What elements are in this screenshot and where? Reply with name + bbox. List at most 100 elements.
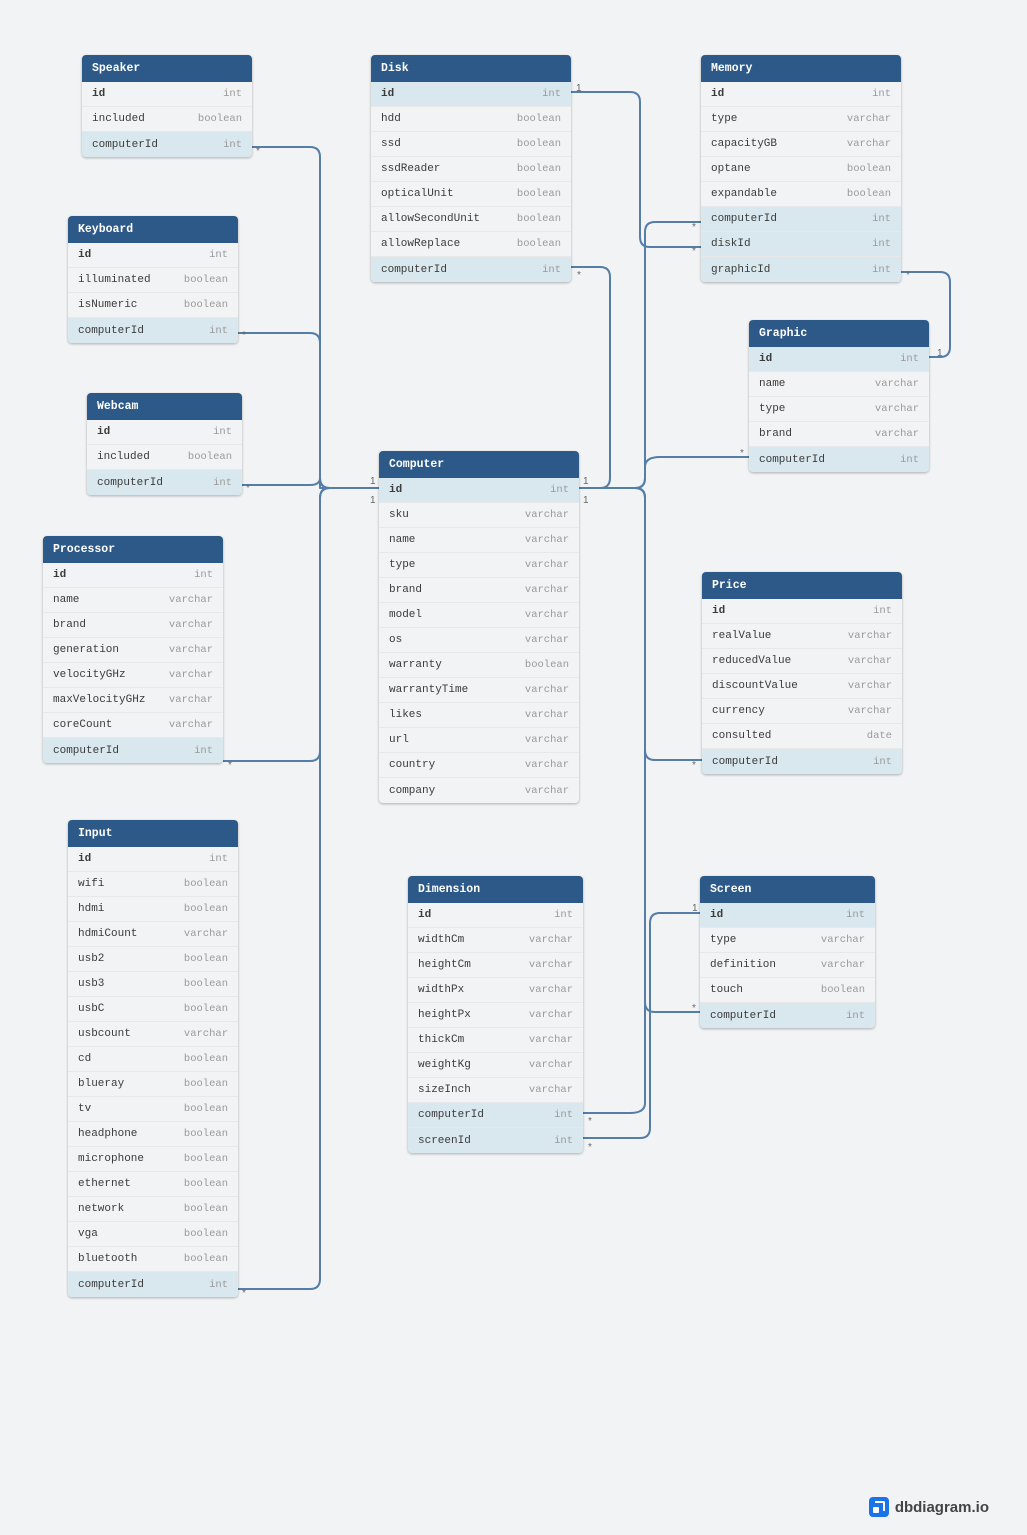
column-row[interactable]: typevarchar — [749, 397, 929, 422]
entity-header[interactable]: Webcam — [87, 393, 242, 420]
column-row[interactable]: usb2boolean — [68, 947, 238, 972]
column-row[interactable]: hddboolean — [371, 107, 571, 132]
column-row[interactable]: computerIdint — [749, 447, 929, 472]
column-row[interactable]: headphoneboolean — [68, 1122, 238, 1147]
column-row[interactable]: idint — [87, 420, 242, 445]
column-row[interactable]: idint — [68, 847, 238, 872]
entity-memory[interactable]: MemoryidinttypevarcharcapacityGBvarcharo… — [701, 55, 901, 282]
entity-keyboard[interactable]: KeyboardidintilluminatedbooleanisNumeric… — [68, 216, 238, 343]
column-row[interactable]: includedboolean — [82, 107, 252, 132]
column-row[interactable]: discountValuevarchar — [702, 674, 902, 699]
column-row[interactable]: opticalUnitboolean — [371, 182, 571, 207]
column-row[interactable]: generationvarchar — [43, 638, 223, 663]
column-row[interactable]: computerIdint — [371, 257, 571, 282]
entity-speaker[interactable]: SpeakeridintincludedbooleancomputerIdint — [82, 55, 252, 157]
column-row[interactable]: idint — [749, 347, 929, 372]
column-row[interactable]: heightPxvarchar — [408, 1003, 583, 1028]
column-row[interactable]: idint — [68, 243, 238, 268]
column-row[interactable]: idint — [408, 903, 583, 928]
column-row[interactable]: isNumericboolean — [68, 293, 238, 318]
entity-price[interactable]: PriceidintrealValuevarcharreducedValueva… — [702, 572, 902, 774]
column-row[interactable]: velocityGHzvarchar — [43, 663, 223, 688]
column-row[interactable]: idint — [379, 478, 579, 503]
entity-header[interactable]: Memory — [701, 55, 901, 82]
column-row[interactable]: brandvarchar — [43, 613, 223, 638]
entity-header[interactable]: Computer — [379, 451, 579, 478]
column-row[interactable]: networkboolean — [68, 1197, 238, 1222]
entity-header[interactable]: Speaker — [82, 55, 252, 82]
column-row[interactable]: sizeInchvarchar — [408, 1078, 583, 1103]
column-row[interactable]: weightKgvarchar — [408, 1053, 583, 1078]
column-row[interactable]: graphicIdint — [701, 257, 901, 282]
column-row[interactable]: idint — [371, 82, 571, 107]
entity-header[interactable]: Graphic — [749, 320, 929, 347]
column-row[interactable]: computerIdint — [701, 207, 901, 232]
entity-header[interactable]: Disk — [371, 55, 571, 82]
column-row[interactable]: screenIdint — [408, 1128, 583, 1153]
column-row[interactable]: currencyvarchar — [702, 699, 902, 724]
column-row[interactable]: countryvarchar — [379, 753, 579, 778]
column-row[interactable]: allowSecondUnitboolean — [371, 207, 571, 232]
brand-footer[interactable]: dbdiagram.io — [869, 1497, 989, 1517]
column-row[interactable]: capacityGBvarchar — [701, 132, 901, 157]
entity-header[interactable]: Screen — [700, 876, 875, 903]
column-row[interactable]: computerIdint — [82, 132, 252, 157]
column-row[interactable]: definitionvarchar — [700, 953, 875, 978]
column-row[interactable]: idint — [701, 82, 901, 107]
column-row[interactable]: maxVelocityGHzvarchar — [43, 688, 223, 713]
column-row[interactable]: bluetoothboolean — [68, 1247, 238, 1272]
column-row[interactable]: thickCmvarchar — [408, 1028, 583, 1053]
entity-webcam[interactable]: WebcamidintincludedbooleancomputerIdint — [87, 393, 242, 495]
column-row[interactable]: brandvarchar — [749, 422, 929, 447]
entity-header[interactable]: Input — [68, 820, 238, 847]
column-row[interactable]: usbCboolean — [68, 997, 238, 1022]
column-row[interactable]: modelvarchar — [379, 603, 579, 628]
entity-header[interactable]: Dimension — [408, 876, 583, 903]
column-row[interactable]: skuvarchar — [379, 503, 579, 528]
column-row[interactable]: typevarchar — [700, 928, 875, 953]
column-row[interactable]: consulteddate — [702, 724, 902, 749]
column-row[interactable]: namevarchar — [43, 588, 223, 613]
column-row[interactable]: diskIdint — [701, 232, 901, 257]
column-row[interactable]: wifiboolean — [68, 872, 238, 897]
column-row[interactable]: allowReplaceboolean — [371, 232, 571, 257]
column-row[interactable]: namevarchar — [379, 528, 579, 553]
column-row[interactable]: brandvarchar — [379, 578, 579, 603]
column-row[interactable]: touchboolean — [700, 978, 875, 1003]
column-row[interactable]: cdboolean — [68, 1047, 238, 1072]
entity-disk[interactable]: DiskidinthddbooleanssdbooleanssdReaderbo… — [371, 55, 571, 282]
column-row[interactable]: hdmiboolean — [68, 897, 238, 922]
column-row[interactable]: computerIdint — [408, 1103, 583, 1128]
column-row[interactable]: likesvarchar — [379, 703, 579, 728]
column-row[interactable]: idint — [43, 563, 223, 588]
column-row[interactable]: namevarchar — [749, 372, 929, 397]
column-row[interactable]: ethernetboolean — [68, 1172, 238, 1197]
column-row[interactable]: heightCmvarchar — [408, 953, 583, 978]
column-row[interactable]: computerIdint — [87, 470, 242, 495]
column-row[interactable]: vgaboolean — [68, 1222, 238, 1247]
entity-graphic[interactable]: Graphicidintnamevarchartypevarcharbrandv… — [749, 320, 929, 472]
column-row[interactable]: widthPxvarchar — [408, 978, 583, 1003]
column-row[interactable]: hdmiCountvarchar — [68, 922, 238, 947]
column-row[interactable]: usb3boolean — [68, 972, 238, 997]
column-row[interactable]: reducedValuevarchar — [702, 649, 902, 674]
column-row[interactable]: urlvarchar — [379, 728, 579, 753]
column-row[interactable]: idint — [82, 82, 252, 107]
column-row[interactable]: typevarchar — [379, 553, 579, 578]
column-row[interactable]: ssdReaderboolean — [371, 157, 571, 182]
entity-input[interactable]: InputidintwifibooleanhdmibooleanhdmiCoun… — [68, 820, 238, 1297]
entity-header[interactable]: Processor — [43, 536, 223, 563]
entity-dimension[interactable]: DimensionidintwidthCmvarcharheightCmvarc… — [408, 876, 583, 1153]
column-row[interactable]: computerIdint — [700, 1003, 875, 1028]
column-row[interactable]: companyvarchar — [379, 778, 579, 803]
column-row[interactable]: idint — [700, 903, 875, 928]
entity-screen[interactable]: Screenidinttypevarchardefinitionvarchart… — [700, 876, 875, 1028]
column-row[interactable]: osvarchar — [379, 628, 579, 653]
column-row[interactable]: ssdboolean — [371, 132, 571, 157]
column-row[interactable]: coreCountvarchar — [43, 713, 223, 738]
column-row[interactable]: expandableboolean — [701, 182, 901, 207]
column-row[interactable]: widthCmvarchar — [408, 928, 583, 953]
entity-header[interactable]: Keyboard — [68, 216, 238, 243]
column-row[interactable]: tvboolean — [68, 1097, 238, 1122]
entity-processor[interactable]: Processoridintnamevarcharbrandvarchargen… — [43, 536, 223, 763]
